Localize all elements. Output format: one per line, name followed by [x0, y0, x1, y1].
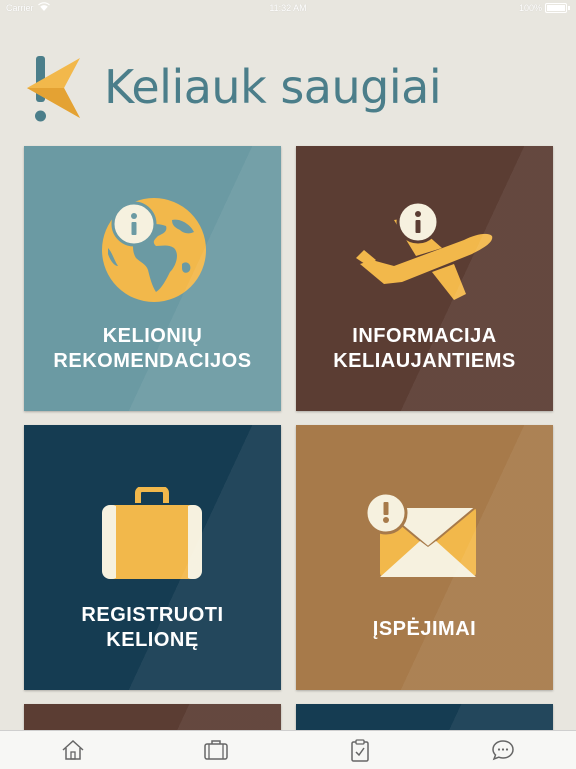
tile-label-line2: KELIONĘ	[106, 629, 199, 651]
clipboard-check-icon	[351, 739, 369, 762]
suitcase-icon	[102, 487, 202, 579]
app-title: Keliauk saugiai	[104, 60, 442, 114]
tab-trips[interactable]	[203, 737, 229, 763]
status-time: 11:32 AM	[269, 3, 307, 13]
airplane-info-icon	[356, 200, 493, 300]
chat-bubble-icon	[492, 740, 514, 761]
tile-traveler-information[interactable]: INFORMACIJA KELIAUJANTIEMS	[296, 146, 553, 411]
app-logo-icon	[27, 56, 80, 122]
tile-label-line1: REGISTRUOTI	[81, 604, 224, 626]
tile-label-line1: KELIONIŲ	[102, 325, 203, 347]
tab-home[interactable]	[60, 737, 86, 763]
home-icon	[62, 739, 84, 760]
tab-bar	[0, 730, 576, 769]
envelope-alert-icon	[364, 491, 479, 577]
tile-label: ĮSPĖJIMAI	[372, 618, 477, 640]
globe-info-icon	[102, 198, 206, 302]
tile-travel-recommendations[interactable]: KELIONIŲ REKOMENDACIJOS	[24, 146, 281, 411]
tab-checklist[interactable]	[347, 737, 373, 763]
battery-icon	[545, 3, 567, 13]
battery-indicator: 100%	[519, 3, 570, 13]
battery-percent: 100%	[518, 3, 542, 13]
suitcase-tab-icon	[204, 740, 228, 760]
status-bar: Carrier 11:32 AM 100%	[0, 0, 576, 18]
tile-register-trip[interactable]: REGISTRUOTI KELIONĘ	[24, 425, 281, 690]
app-header: Keliauk saugiai	[24, 52, 544, 126]
tab-messages[interactable]	[490, 737, 516, 763]
tile-warnings[interactable]: ĮSPĖJIMAI	[296, 425, 553, 690]
tile-label-line2: KELIAUJANTIEMS	[333, 350, 516, 372]
tile-label-line2: REKOMENDACIJOS	[53, 350, 252, 372]
tile-label-line1: INFORMACIJA	[352, 325, 497, 347]
